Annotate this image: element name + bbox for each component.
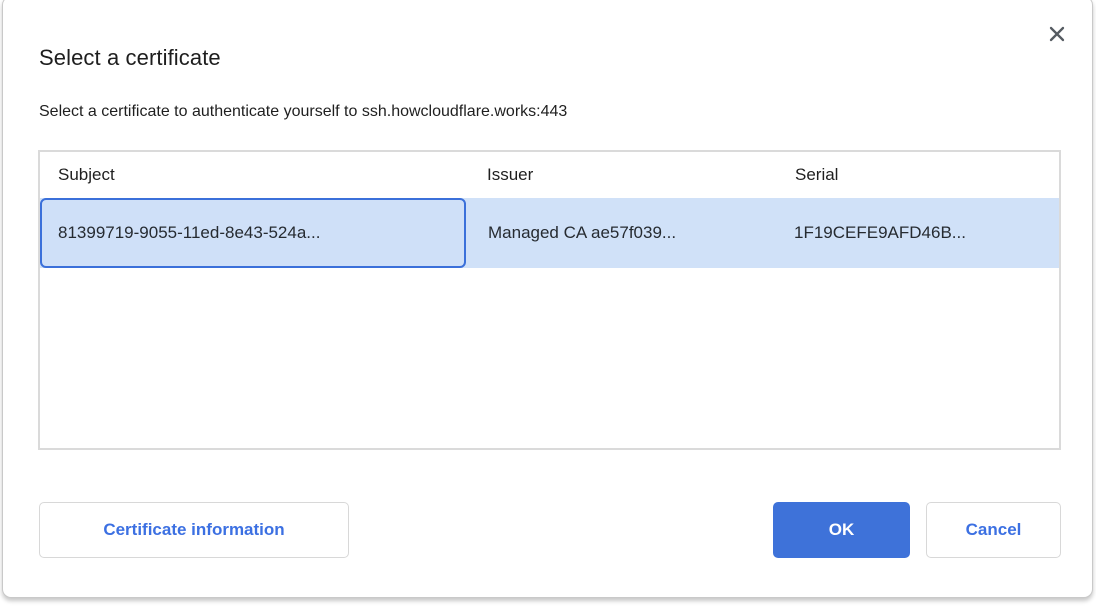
cell-subject[interactable]: 81399719-9055-11ed-8e43-524a... — [40, 198, 466, 268]
column-header-serial[interactable]: Serial — [778, 152, 1059, 198]
page-title: Select a certificate — [39, 45, 221, 71]
dialog-subtitle: Select a certificate to authenticate you… — [39, 103, 567, 121]
certificate-information-button[interactable]: Certificate information — [39, 502, 349, 558]
column-header-issuer[interactable]: Issuer — [466, 152, 778, 198]
certificate-select-dialog: Select a certificate Select a certificat… — [2, 0, 1093, 598]
close-icon-glyph — [1049, 26, 1065, 42]
certificate-list: Subject Issuer Serial 81399719-9055-11ed… — [38, 150, 1061, 450]
table-row[interactable]: 81399719-9055-11ed-8e43-524a... Managed … — [40, 198, 1059, 268]
column-header-subject[interactable]: Subject — [40, 152, 466, 198]
close-icon[interactable] — [1044, 21, 1070, 47]
cancel-button[interactable]: Cancel — [926, 502, 1061, 558]
cell-serial[interactable]: 1F19CEFE9AFD46B... — [778, 198, 1059, 268]
cell-issuer[interactable]: Managed CA ae57f039... — [466, 198, 778, 268]
ok-button[interactable]: OK — [773, 502, 910, 558]
table-header: Subject Issuer Serial — [40, 152, 1059, 198]
